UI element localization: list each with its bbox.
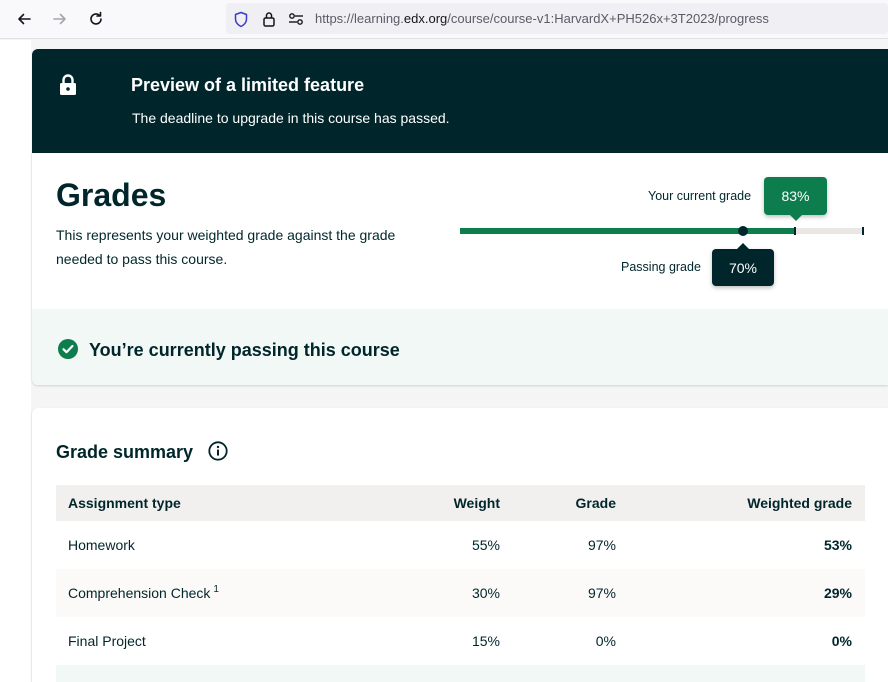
assignment-type-label: Final Project [68,633,146,649]
table-row: Comprehension Check 1 30% 97% 29% [56,569,865,617]
weighted-grade-cell: 0% [831,633,852,649]
check-circle-icon [58,339,78,359]
assignment-type: Comprehension Check 1 [68,569,219,617]
weight-cell: 15% [471,633,500,649]
table-row: Final Project 15% 0% 0% [56,617,865,665]
shield-icon[interactable] [232,10,250,28]
reload-icon[interactable] [83,6,109,32]
url-path: /course/course-v1:HarvardX+PH526x+3T2023… [447,11,769,26]
url-text[interactable]: https://learning.edx.org/course/course-v… [315,11,769,26]
progress-bar-end [862,227,864,235]
passing-status-strip: You’re currently passing this course [32,309,888,385]
assignment-type: Homework [68,521,135,569]
grades-card: Grades This represents your weighted gra… [32,153,888,385]
permissions-icon[interactable] [287,10,305,28]
assignment-type-label: Homework [68,537,135,553]
lock-icon[interactable] [260,10,278,28]
url-prefix: https://learning. [315,11,404,26]
table-row: Homework 55% 97% 53% [56,521,865,569]
lock-icon [59,74,77,96]
footnote-marker[interactable]: 1 [213,584,219,595]
grade-progress-bar [460,226,864,236]
back-arrow-icon[interactable] [11,6,37,32]
column-header-weighted-grade: Weighted grade [747,495,852,511]
passing-status-text: You’re currently passing this course [89,340,400,360]
forward-arrow-icon[interactable] [47,6,73,32]
weight-cell: 30% [471,585,500,601]
grade-cell: 97% [587,585,616,601]
column-header-grade: Grade [575,495,616,511]
grade-cell: 0% [595,633,616,649]
weighted-grade-cell: 53% [823,537,852,553]
assignment-type-label: Comprehension Check [68,585,211,601]
total-grade-strip [56,665,865,682]
banner-title: Preview of a limited feature [131,75,365,95]
table-header: Assignment type Weight Grade Weighted gr… [56,485,865,521]
weighted-grade-cell: 29% [823,585,852,601]
assignment-type: Final Project [68,617,146,665]
browser-toolbar: https://learning.edx.org/course/course-v… [0,0,888,39]
current-grade-label: Your current grade [648,189,752,203]
current-grade-tooltip: 83% [764,177,827,221]
address-bar[interactable]: https://learning.edx.org/course/course-v… [226,3,888,34]
passing-grade-tooltip: 70% [712,243,774,286]
current-grade-marker [794,227,797,235]
page-title: Grades [56,177,167,213]
grade-summary-card: Grade summary Assignment type Weight Gra… [32,408,888,682]
passing-grade-marker [737,226,748,236]
limited-feature-banner: Preview of a limited feature The deadlin… [32,49,888,153]
grade-cell: 97% [587,537,616,553]
column-header-assignment-type: Assignment type [68,495,181,511]
weight-cell: 55% [471,537,500,553]
info-icon[interactable] [208,441,228,461]
url-host: edx.org [403,11,448,26]
grade-summary-title: Grade summary [56,442,194,462]
grades-description: This represents your weighted grade agai… [56,227,396,267]
page-margin [0,40,31,682]
grade-summary-table: Assignment type Weight Grade Weighted gr… [56,485,865,666]
banner-subtitle: The deadline to upgrade in this course h… [132,110,450,126]
column-header-weight: Weight [453,495,500,511]
passing-grade-label: Passing grade [621,260,701,274]
